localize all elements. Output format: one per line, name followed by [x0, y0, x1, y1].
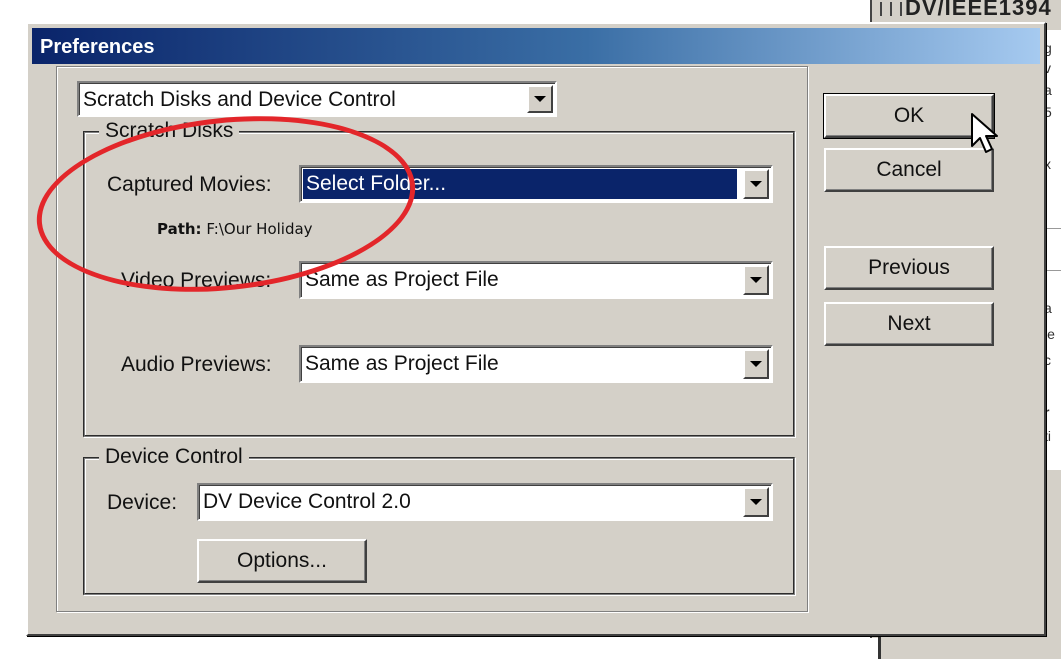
background-divider-icon — [880, 2, 902, 16]
background-footer — [0, 638, 880, 659]
device-control-label: Device Control — [99, 445, 249, 469]
captured-movies-select[interactable]: Select Folder... — [299, 165, 773, 203]
chevron-down-icon[interactable] — [743, 169, 769, 199]
captured-movies-label: Captured Movies: — [107, 173, 272, 196]
video-previews-select[interactable]: Same as Project File — [299, 261, 773, 299]
preferences-dialog: Preferences Scratch Disks and Device Con… — [26, 22, 1046, 636]
scratch-disks-label: Scratch Disks — [99, 119, 240, 143]
previous-button[interactable]: Previous — [824, 246, 994, 290]
category-select-value: Scratch Disks and Device Control — [83, 88, 396, 111]
chevron-down-icon[interactable] — [743, 265, 769, 295]
next-button[interactable]: Next — [824, 302, 994, 346]
device-select[interactable]: DV Device Control 2.0 — [197, 483, 773, 521]
settings-panel: Scratch Disks and Device Control Scratch… — [56, 66, 808, 612]
audio-previews-value: Same as Project File — [305, 352, 499, 375]
chevron-down-icon[interactable] — [743, 349, 769, 379]
category-select[interactable]: Scratch Disks and Device Control — [77, 81, 557, 117]
background-title: DV/IEEE1394 — [905, 0, 1052, 20]
video-previews-label: Video Previews: — [121, 269, 272, 292]
audio-previews-label: Audio Previews: — [121, 353, 272, 376]
captured-movies-path: Path: F:\Our Holiday — [157, 219, 313, 239]
chevron-down-icon[interactable] — [527, 85, 553, 113]
device-control-group — [83, 457, 795, 595]
cancel-button[interactable]: Cancel — [824, 148, 994, 192]
path-value: F:\Our Holiday — [206, 220, 313, 238]
mouse-pointer-icon — [971, 113, 998, 153]
dialog-titlebar[interactable]: Preferences — [32, 28, 1040, 64]
video-previews-value: Same as Project File — [305, 268, 499, 291]
device-value: DV Device Control 2.0 — [203, 490, 411, 513]
captured-movies-value: Select Folder... — [303, 169, 737, 199]
dialog-title: Preferences — [40, 36, 155, 58]
ok-button[interactable]: OK — [823, 93, 995, 139]
path-label: Path: — [157, 220, 202, 238]
audio-previews-select[interactable]: Same as Project File — [299, 345, 773, 383]
chevron-down-icon[interactable] — [743, 487, 769, 517]
options-button[interactable]: Options... — [197, 539, 367, 583]
device-label: Device: — [107, 491, 178, 514]
